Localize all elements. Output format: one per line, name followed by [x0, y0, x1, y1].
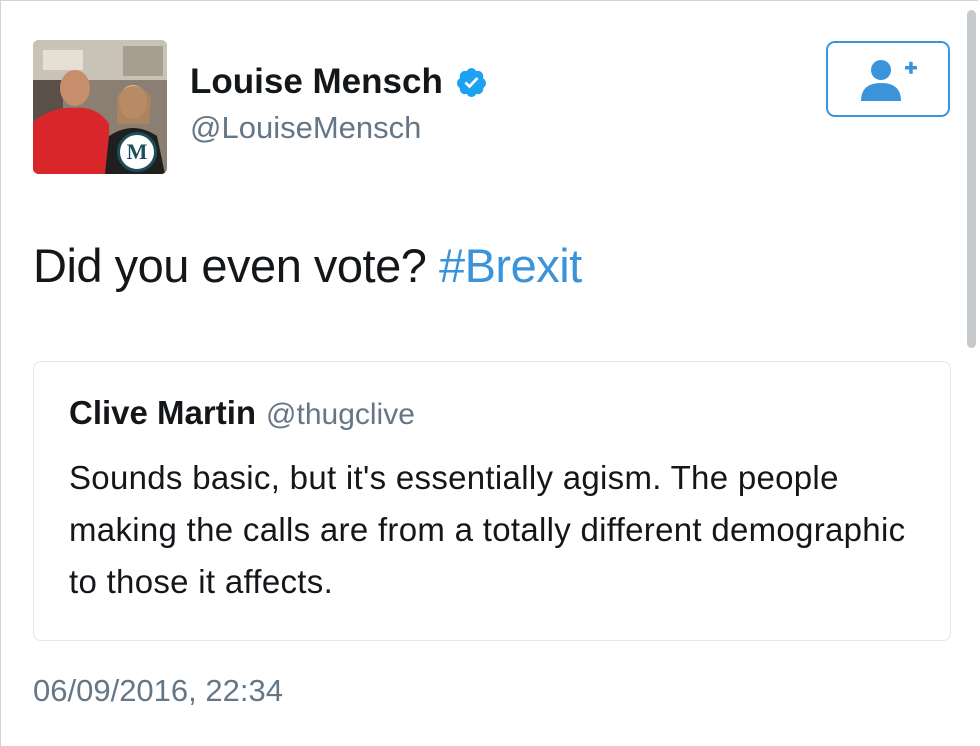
- tweet-text: Did you even vote? #Brexit: [33, 238, 582, 293]
- author-name[interactable]: Louise Mensch: [190, 62, 488, 102]
- author-handle[interactable]: @LouiseMensch: [190, 110, 421, 146]
- follow-button[interactable]: [826, 41, 950, 117]
- quoted-tweet-text: Sounds basic, but it's essentially agism…: [69, 459, 906, 600]
- add-user-icon: [861, 60, 917, 101]
- verified-badge-icon: [456, 67, 486, 97]
- avatar-badge-letter: M: [126, 139, 148, 164]
- author-display-name[interactable]: Louise Mensch: [190, 62, 443, 102]
- quoted-tweet-header: Clive Martin @thugclive: [69, 394, 415, 432]
- tweet-text-body: Did you even vote?: [33, 239, 427, 292]
- avatar-badge: M: [117, 132, 157, 172]
- quoted-author-name: Clive Martin: [69, 394, 257, 431]
- scrollbar-thumb[interactable]: [967, 10, 976, 348]
- quoted-tweet[interactable]: Clive Martin @thugclive Sounds basic, bu…: [33, 361, 951, 641]
- quoted-author-handle: @thugclive: [266, 398, 415, 431]
- hashtag-link[interactable]: #Brexit: [439, 239, 582, 292]
- tweet-timestamp[interactable]: 06/09/2016, 22:34: [33, 673, 283, 709]
- avatar[interactable]: M: [33, 40, 167, 174]
